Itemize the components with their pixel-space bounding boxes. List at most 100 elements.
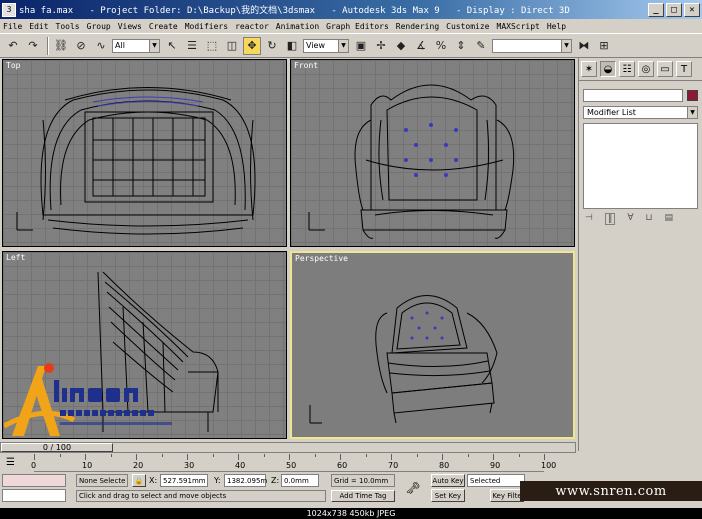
watermark-logo [4,363,172,436]
track-bar-tick [366,454,367,457]
select-and-scale-icon[interactable]: ◧ [283,37,301,55]
x-coordinate-field[interactable]: 527.591mm [160,474,208,487]
bind-space-warp-icon[interactable]: ∿ [92,37,110,55]
maxscript-listener-mini[interactable] [2,474,66,487]
track-bar-tick-label: 40 [235,461,246,470]
track-bar-tick [34,454,35,460]
select-and-rotate-icon[interactable]: ↻ [263,37,281,55]
z-coordinate-field[interactable]: 0.0mm [281,474,319,487]
snap-toggle-icon[interactable]: ◆ [392,37,410,55]
remove-modifier-icon[interactable]: ⊔ [645,213,652,225]
percent-snap-icon[interactable]: % [432,37,450,55]
angle-snap-icon[interactable]: ∡ [412,37,430,55]
modifier-stack[interactable] [583,123,698,209]
utilities-tab-icon[interactable]: T [676,61,692,77]
pin-stack-icon[interactable]: ⊣ [585,213,593,225]
track-bar-ruler[interactable]: 0 10 20 30 40 50 60 70 80 90 100 [31,454,556,472]
unlink-icon[interactable]: ⊘ [72,37,90,55]
create-tab-icon[interactable]: ✶ [581,61,597,77]
set-key-button[interactable]: Set Key [431,489,465,502]
select-object-icon[interactable]: ↖ [163,37,181,55]
toolbar-divider [47,36,49,55]
align-icon[interactable]: ⊞ [595,37,613,55]
x-label: X: [149,476,158,485]
grid-size-readout: Grid = 10.0mm [331,474,395,487]
track-bar-tick [213,454,214,457]
title-bar: 3 sha fa.max - Project Folder: D:\Backup… [0,0,702,19]
track-bar-tick [238,454,239,460]
make-unique-icon[interactable]: ∀ [627,213,633,225]
selection-filter-dropdown[interactable]: All ▼ [112,38,160,53]
window-crossing-icon[interactable]: ◫ [223,37,241,55]
redo-icon[interactable]: ↷ [24,37,42,55]
select-and-move-icon[interactable]: ✥ [243,36,261,55]
track-bar-tick [493,454,494,460]
key-icon[interactable]: 🗝 [400,477,426,499]
lock-selection-icon[interactable]: 🔒 [132,474,146,487]
menu-tools[interactable]: Tools [56,22,80,31]
chevron-down-icon: ▼ [687,107,697,118]
close-button[interactable]: ✕ [684,2,700,17]
app-icon[interactable]: 3 [2,2,16,17]
chevron-down-icon: ▼ [338,39,348,52]
pivot-center-icon[interactable]: ▣ [352,37,370,55]
rectangular-selection-icon[interactable]: ⬚ [203,37,221,55]
sofa-top-wireframe [16,87,256,235]
reference-coordinate-dropdown[interactable]: View ▼ [303,38,349,53]
stack-buttons: ⊣ ‖ ∀ ⊔ ▤ [585,213,673,225]
hierarchy-tab-icon[interactable]: ☷ [619,61,635,77]
menu-help[interactable]: Help [547,22,566,31]
curve-editor-icon[interactable]: ☰ [6,457,22,469]
menu-animation[interactable]: Animation [276,22,319,31]
object-color-swatch[interactable] [687,90,698,101]
select-by-name-icon[interactable]: ☰ [183,37,201,55]
manipulate-icon[interactable]: ✢ [372,37,390,55]
viewport-perspective[interactable]: Perspective [290,251,575,439]
undo-icon[interactable]: ↶ [4,37,22,55]
named-selection-dropdown[interactable]: ▼ [492,38,572,53]
display-tab-icon[interactable]: ▭ [657,61,673,77]
track-bar-tick [519,454,520,457]
menu-reactor[interactable]: reactor [235,22,269,31]
motion-tab-icon[interactable]: ◎ [638,61,654,77]
menu-modifiers[interactable]: Modifiers [185,22,228,31]
object-name-input[interactable] [583,89,683,102]
auto-key-button[interactable]: Auto Key [431,474,465,487]
show-end-result-icon[interactable]: ‖ [604,213,616,225]
maximize-button[interactable]: □ [666,2,682,17]
menu-group[interactable]: Group [87,22,111,31]
menu-maxscript[interactable]: MAXScript [497,22,540,31]
armchair-front-wireframe [308,84,515,239]
modify-tab-icon[interactable]: ◒ [600,61,616,77]
track-bar-tick [468,454,469,457]
track-bar-tick-label: 90 [490,461,501,470]
menu-edit[interactable]: Edit [29,22,48,31]
menu-graph-editors[interactable]: Graph Editors [326,22,389,31]
viewport-front[interactable]: Front [290,59,575,247]
menu-customize[interactable]: Customize [446,22,489,31]
command-panel-tabs: ✶ ◒ ☷ ◎ ▭ T [579,58,702,81]
viewport-top[interactable]: Top [2,59,287,247]
modifier-list-dropdown[interactable]: Modifier List ▼ [583,106,698,119]
spinner-snap-icon[interactable]: ⇕ [452,37,470,55]
menu-views[interactable]: Views [118,22,142,31]
track-bar-tick [85,454,86,460]
link-icon[interactable]: ⛓ [52,37,70,55]
menu-rendering[interactable]: Rendering [396,22,439,31]
track-bar-tick [136,454,137,460]
key-filters-button[interactable]: Key Filte [490,489,524,502]
track-bar-tick [162,454,163,457]
track-bar-tick [60,454,61,457]
edit-named-selection-icon[interactable]: ✎ [472,37,490,55]
y-coordinate-field[interactable]: 1382.095m [224,474,267,487]
add-time-tag-button[interactable]: Add Time Tag [331,490,395,502]
menu-create[interactable]: Create [149,22,178,31]
prompt-line: Click and drag to select and move object… [76,490,326,502]
minimize-button[interactable]: _ [648,2,664,17]
configure-modifier-sets-icon[interactable]: ▤ [664,213,673,225]
menu-file[interactable]: File [3,22,22,31]
track-bar-tick [391,454,392,460]
maxscript-listener-output[interactable] [2,489,66,502]
key-mode-dropdown[interactable]: Selected [467,474,525,487]
mirror-icon[interactable]: ⧓ [575,37,593,55]
